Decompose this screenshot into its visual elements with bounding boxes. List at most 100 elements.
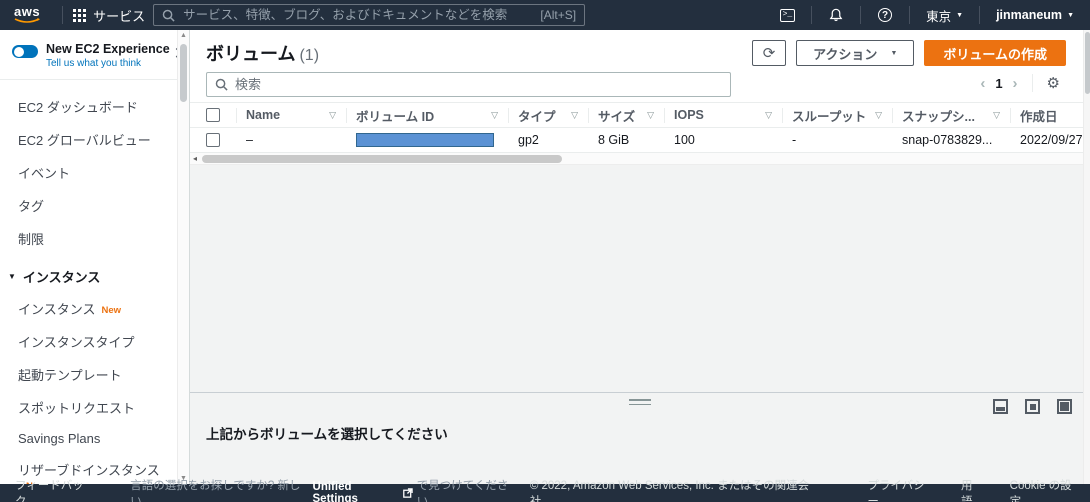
chevron-down-icon: ▼ <box>956 11 964 19</box>
region-label: 東京 <box>926 9 952 24</box>
aws-logo-text: aws <box>14 4 41 19</box>
privacy-link[interactable]: プライバシー <box>867 477 935 502</box>
page-number: 1 <box>995 75 1003 91</box>
prev-page-icon[interactable]: ‹ <box>980 76 985 91</box>
scrollbar-thumb[interactable] <box>180 44 187 102</box>
sidebar-item-ec2-dashboard[interactable]: EC2 ダッシュボード <box>0 90 178 123</box>
volumes-main: ボリューム(1) ⟳ アクション ▼ ボリュームの作成 ‹ 1 › ⚙ <box>190 30 1090 484</box>
footer: フィードバック 言語の選択をお探しですか? 新しい Unified Settin… <box>0 480 1090 502</box>
help-icon: ? <box>878 8 893 22</box>
panel-resize-handle[interactable] <box>629 399 651 408</box>
panel-full-icon[interactable] <box>1057 399 1072 414</box>
panel-medium-icon[interactable] <box>1025 399 1040 414</box>
cloudshell-button[interactable]: >_ <box>773 4 801 26</box>
volume-count: (1) <box>299 47 320 64</box>
sidebar-item-tags[interactable]: タグ <box>0 189 178 222</box>
new-badge: New <box>101 305 122 316</box>
unified-settings-link[interactable]: Unified Settings <box>313 481 399 502</box>
sort-icon[interactable]: ▽ <box>765 110 772 121</box>
sort-icon[interactable]: ▽ <box>875 110 882 121</box>
sidebar-item-savings-plans[interactable]: Savings Plans <box>0 424 178 453</box>
cell-size: 8 GiB <box>598 133 630 147</box>
scroll-left-icon[interactable]: ◂ <box>193 154 197 163</box>
vertical-scrollbar[interactable] <box>1083 30 1090 484</box>
sidebar-item-launch-templates[interactable]: 起動テンプレート <box>0 358 178 391</box>
topbar-divider <box>860 6 862 24</box>
account-menu[interactable]: jinmaneum ▼ <box>990 8 1080 22</box>
refresh-icon: ⟳ <box>762 45 776 62</box>
search-icon <box>162 9 175 22</box>
chevron-down-icon: ▼ <box>890 49 898 57</box>
region-selector[interactable]: 東京 ▼ <box>920 6 969 25</box>
global-search-input[interactable] <box>183 8 533 22</box>
sort-icon[interactable]: ▽ <box>647 110 654 121</box>
aws-smile-icon <box>14 18 41 23</box>
sidebar-item-instance-types[interactable]: インスタンスタイプ <box>0 325 178 358</box>
new-experience-title: New EC2 Experience <box>46 42 170 56</box>
sidebar-item-ec2-global-view[interactable]: EC2 グローバルビュー <box>0 123 178 156</box>
bell-icon <box>829 8 843 22</box>
cell-type: gp2 <box>518 133 539 147</box>
topbar-divider <box>811 6 813 24</box>
sidebar-nav: EC2 ダッシュボード EC2 グローバルビュー イベント タグ 制限 ▼ イン… <box>0 80 178 484</box>
language-hint: 言語の選択をお探しですか? 新しい Unified Settings で見つけて… <box>130 477 530 502</box>
cookie-settings-link[interactable]: Cookie の設定 <box>1010 477 1082 502</box>
scroll-up-icon[interactable]: ▲ <box>178 32 189 39</box>
select-volume-message: 上記からボリュームを選択してください <box>206 427 448 442</box>
row-checkbox[interactable] <box>206 133 220 147</box>
search-shortcut-hint: [Alt+S] <box>540 8 577 22</box>
horizontal-scrollbar[interactable]: ◂ ▸ <box>190 153 1090 165</box>
search-icon <box>215 78 228 91</box>
global-search-box[interactable]: [Alt+S] <box>153 4 586 26</box>
select-all-checkbox[interactable] <box>206 108 220 122</box>
panel-half-icon[interactable] <box>993 399 1008 414</box>
volume-filter-input[interactable] <box>235 77 722 92</box>
panel-size-controls <box>993 399 1072 414</box>
volume-id-redacted <box>356 133 494 147</box>
sort-icon[interactable]: ▽ <box>571 110 578 121</box>
services-menu-button[interactable]: サービス <box>73 6 145 25</box>
gear-icon[interactable]: ⚙ <box>1047 76 1060 91</box>
ec2-sidebar: New EC2 Experience Tell us what you thin… <box>0 30 190 484</box>
new-experience-toggle[interactable] <box>12 45 38 58</box>
pagination: ‹ 1 › ⚙ <box>980 74 1074 92</box>
actions-dropdown-button[interactable]: アクション ▼ <box>796 40 915 66</box>
volume-filter-box[interactable] <box>206 72 731 97</box>
cloudshell-icon: >_ <box>779 8 795 22</box>
topbar-divider <box>979 6 981 24</box>
username-label: jinmaneum <box>996 8 1063 22</box>
notifications-button[interactable] <box>822 4 850 26</box>
sort-icon[interactable]: ▽ <box>491 110 498 121</box>
new-experience-banner: New EC2 Experience Tell us what you thin… <box>0 30 178 80</box>
cell-iops: 100 <box>674 133 695 147</box>
sidebar-section-instances[interactable]: ▼ インスタンス <box>0 255 178 292</box>
topbar-divider <box>62 6 64 24</box>
page-content: New EC2 Experience Tell us what you thin… <box>0 30 1090 484</box>
grid-icon <box>73 8 87 22</box>
cell-throughput: - <box>792 133 797 147</box>
help-button[interactable]: ? <box>871 4 899 26</box>
sidebar-item-instances[interactable]: インスタンス New <box>0 292 178 325</box>
topbar: aws サービス [Alt+S] >_ ? 東京 ▼ jinmaneum ▼ <box>0 0 1090 30</box>
scrollbar-thumb[interactable] <box>1085 32 1090 94</box>
sidebar-item-limits[interactable]: 制限 <box>0 222 178 255</box>
aws-logo[interactable]: aws <box>14 4 41 24</box>
refresh-button[interactable]: ⟳ <box>752 40 787 66</box>
sidebar-scrollbar[interactable]: ▲ ▼ <box>177 30 189 484</box>
topbar-divider <box>909 6 911 24</box>
terms-link[interactable]: 用語 <box>961 477 984 502</box>
scrollbar-thumb[interactable] <box>202 155 562 163</box>
feedback-link[interactable]: Tell us what you think <box>46 58 170 69</box>
toggle-knob <box>14 46 24 57</box>
sort-icon[interactable]: ▽ <box>993 110 1000 121</box>
detail-panel: 上記からボリュームを選択してください <box>190 392 1090 484</box>
sidebar-item-spot-requests[interactable]: スポットリクエスト <box>0 391 178 424</box>
cell-name: – <box>246 133 253 147</box>
table-row[interactable]: – gp2 8 GiB 100 - snap-0783829... 2022/0… <box>190 128 1090 153</box>
external-link-icon <box>403 488 413 498</box>
sort-icon[interactable]: ▽ <box>329 110 336 121</box>
sidebar-item-events[interactable]: イベント <box>0 156 178 189</box>
next-page-icon[interactable]: › <box>1013 76 1018 91</box>
feedback-button[interactable]: フィードバック <box>15 477 94 502</box>
create-volume-button[interactable]: ボリュームの作成 <box>924 40 1066 66</box>
